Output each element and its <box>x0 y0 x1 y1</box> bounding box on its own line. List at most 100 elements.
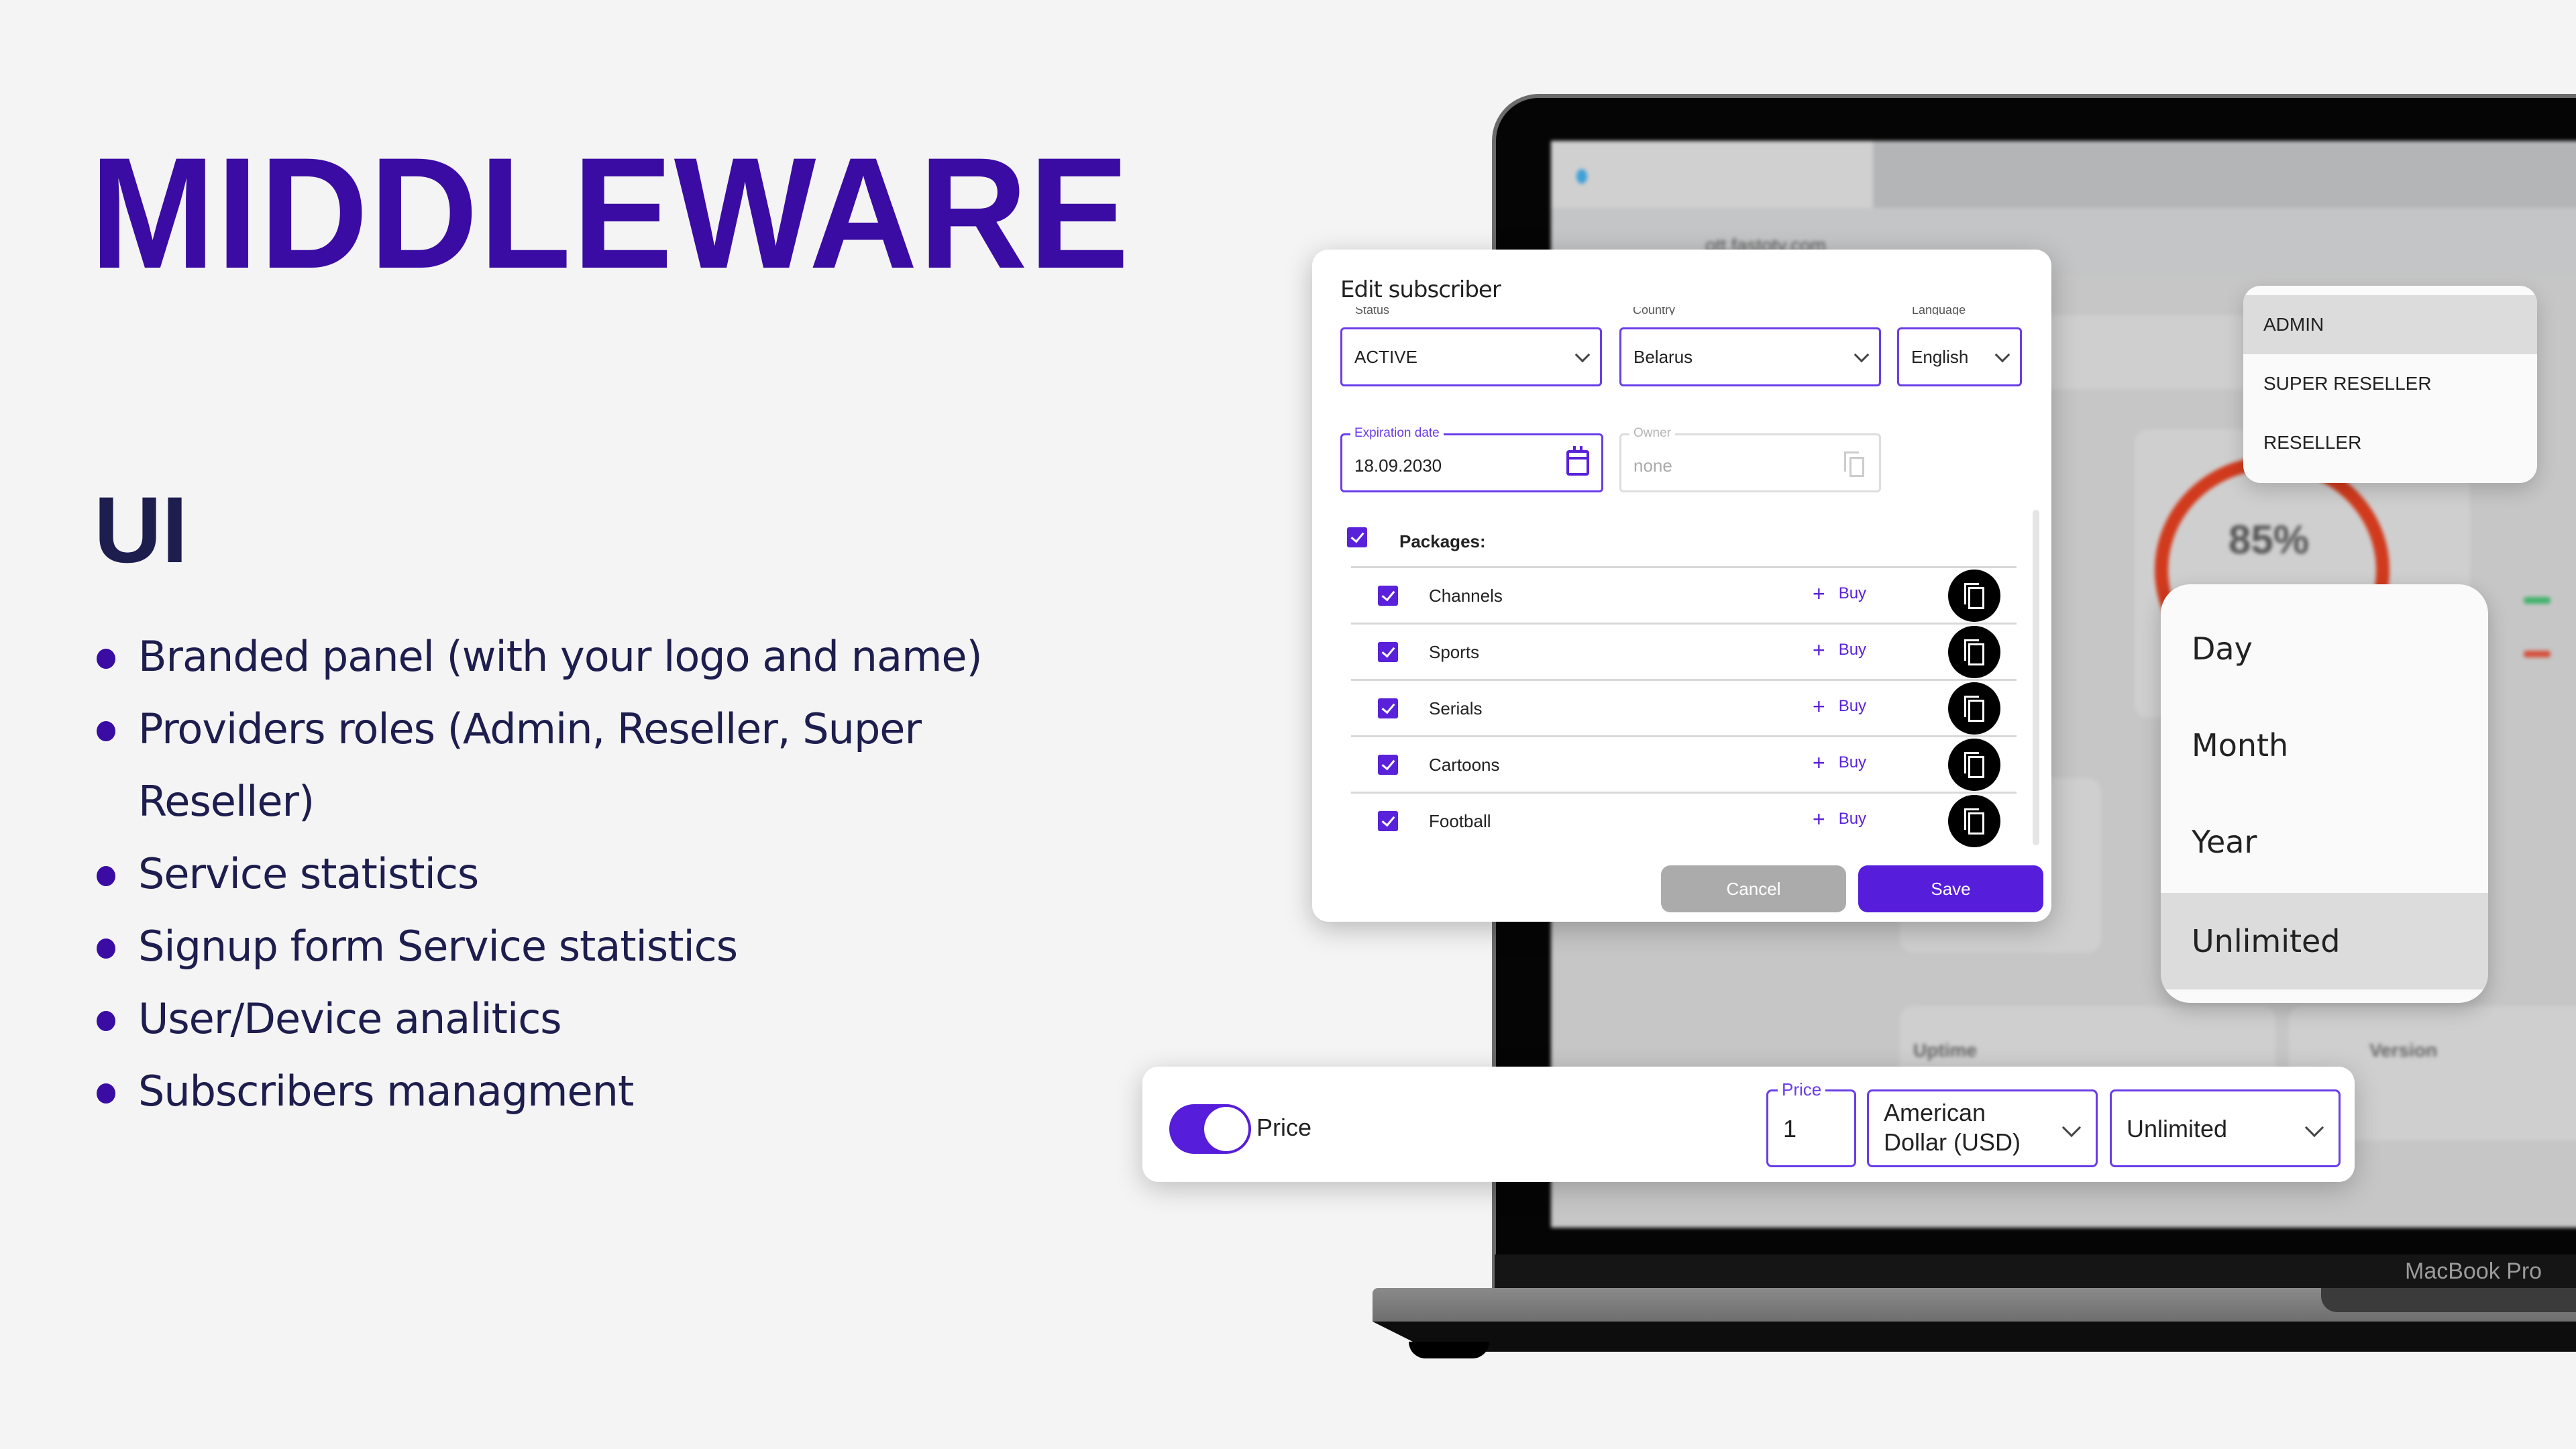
package-checkbox[interactable] <box>1378 642 1398 662</box>
package-row: Sports + Buy <box>1351 623 2017 679</box>
copy-package-button[interactable] <box>1948 739 2000 791</box>
country-select[interactable]: Belarus <box>1619 327 1881 386</box>
chevron-down-icon <box>2304 1118 2324 1138</box>
bg-label: Version <box>2369 1040 2438 1061</box>
owner-value: none <box>1633 455 1672 476</box>
expiration-date-value: 18.09.2030 <box>1354 455 1442 476</box>
plus-icon: + <box>1813 638 1825 662</box>
currency-value-line1: American <box>1884 1099 1986 1126</box>
expiration-date-field[interactable]: Expiration date 18.09.2030 <box>1340 426 1603 492</box>
price-settings-bar: Price Price 1 American Dollar (USD) Unli… <box>1142 1067 2355 1182</box>
bullet-icon <box>97 938 115 959</box>
legend-green-swatch <box>2524 597 2551 604</box>
feature-list: Branded panel (with your logo and name) … <box>94 621 1033 1128</box>
bullet-icon <box>97 721 115 741</box>
buy-button[interactable]: + Buy <box>1813 807 1866 831</box>
owner-field: Owner none <box>1619 426 1881 492</box>
browser-tabbar <box>1551 141 2576 208</box>
roles-dropdown-menu: ADMIN SUPER RESELLER RESELLER <box>2243 286 2537 483</box>
chevron-down-icon <box>1994 347 2010 363</box>
laptop-model-label: MacBook Pro <box>2405 1258 2542 1284</box>
cancel-button[interactable]: Cancel <box>1661 865 1846 912</box>
menu-item-day[interactable]: Day <box>2161 600 2488 697</box>
bg-label: Uptime <box>1913 1040 1977 1061</box>
copy-package-button[interactable] <box>1948 682 2000 735</box>
country-label: Country <box>1633 307 1676 315</box>
feature-item: Providers roles (Admin, Reseller, Super … <box>94 693 953 838</box>
price-input-value: 1 <box>1783 1115 1797 1142</box>
package-name: Channels <box>1429 586 1503 606</box>
feature-item: Subscribers managment <box>94 1055 1033 1128</box>
language-label: Language <box>1912 307 1966 315</box>
package-row: Serials + Buy <box>1351 679 2017 735</box>
packages-select-all-checkbox[interactable] <box>1347 527 1367 547</box>
legend-red-swatch <box>2524 651 2551 657</box>
copy-icon <box>1844 451 1864 477</box>
package-row: Cartoons + Buy <box>1351 735 2017 792</box>
gauge-value: 85% <box>2229 517 2310 562</box>
owner-label: Owner <box>1629 426 1675 441</box>
package-checkbox[interactable] <box>1378 755 1398 775</box>
copy-package-button[interactable] <box>1948 626 2000 678</box>
menu-item-reseller[interactable]: RESELLER <box>2243 413 2537 472</box>
buy-button[interactable]: + Buy <box>1813 582 1866 606</box>
plus-icon: + <box>1813 751 1825 775</box>
package-list: Channels + Buy Sports + Buy Serials + Buy C… <box>1351 566 2017 848</box>
menu-item-year[interactable]: Year <box>2161 794 2488 890</box>
package-name: Football <box>1429 811 1491 831</box>
dialog-title: Edit subscriber <box>1340 276 1501 303</box>
price-input-label: Price <box>1778 1079 1826 1100</box>
subheadline: UI <box>94 477 188 582</box>
currency-value-line2: Dollar (USD) <box>1884 1128 2021 1156</box>
chevron-down-icon <box>1574 347 1591 363</box>
feature-item: Service statistics <box>94 838 1033 910</box>
language-value: English <box>1911 347 1969 367</box>
chevron-down-icon <box>1854 347 1870 363</box>
laptop-foot <box>1409 1342 1489 1358</box>
edit-subscriber-dialog: Edit subscriber Status ACTIVE Country Be… <box>1312 250 2051 922</box>
buy-button[interactable]: + Buy <box>1813 638 1866 662</box>
packages-label: Packages: <box>1399 531 1486 551</box>
buy-button[interactable]: + Buy <box>1813 751 1866 775</box>
menu-item-admin[interactable]: ADMIN <box>2243 295 2537 354</box>
package-checkbox[interactable] <box>1378 586 1398 606</box>
package-name: Serials <box>1429 698 1483 718</box>
laptop-notch <box>2321 1288 2576 1312</box>
save-button[interactable]: Save <box>1858 865 2043 912</box>
currency-select[interactable]: American Dollar (USD) <box>1867 1089 2098 1167</box>
package-checkbox[interactable] <box>1378 811 1398 831</box>
package-row: Football + Buy <box>1351 792 2017 848</box>
copy-package-button[interactable] <box>1948 570 2000 622</box>
headline: MIDDLEWARE <box>90 125 1130 302</box>
dialog-scrollbar[interactable] <box>2033 510 2039 845</box>
menu-item-super-reseller[interactable]: SUPER RESELLER <box>2243 354 2537 413</box>
period-select[interactable]: Unlimited <box>2110 1089 2341 1167</box>
price-toggle[interactable] <box>1169 1104 1251 1154</box>
favicon-icon <box>1576 169 1587 184</box>
plus-icon: + <box>1813 807 1825 831</box>
price-input[interactable]: Price 1 <box>1766 1079 1856 1167</box>
package-row: Channels + Buy <box>1351 566 2017 623</box>
calendar-icon[interactable] <box>1566 446 1589 476</box>
bullet-icon <box>97 649 115 669</box>
feature-item: User/Device analitics <box>94 983 1033 1055</box>
plus-icon: + <box>1813 694 1825 718</box>
package-checkbox[interactable] <box>1378 698 1398 718</box>
expiration-date-label: Expiration date <box>1350 426 1444 441</box>
buy-button[interactable]: + Buy <box>1813 694 1866 718</box>
bullet-icon <box>97 1083 115 1104</box>
feature-item: Branded panel (with your logo and name) <box>94 621 1033 693</box>
menu-item-unlimited[interactable]: Unlimited <box>2161 893 2488 989</box>
copy-package-button[interactable] <box>1948 795 2000 847</box>
bullet-icon <box>97 1011 115 1031</box>
menu-item-month[interactable]: Month <box>2161 697 2488 794</box>
price-toggle-label: Price <box>1256 1114 1312 1141</box>
plus-icon: + <box>1813 582 1825 606</box>
package-name: Sports <box>1429 642 1480 662</box>
bullet-icon <box>97 866 115 886</box>
chevron-down-icon <box>2061 1118 2082 1138</box>
package-name: Cartoons <box>1429 755 1500 775</box>
status-select[interactable]: ACTIVE <box>1340 327 1602 386</box>
language-select[interactable]: English <box>1897 327 2022 386</box>
period-value: Unlimited <box>2127 1115 2228 1142</box>
